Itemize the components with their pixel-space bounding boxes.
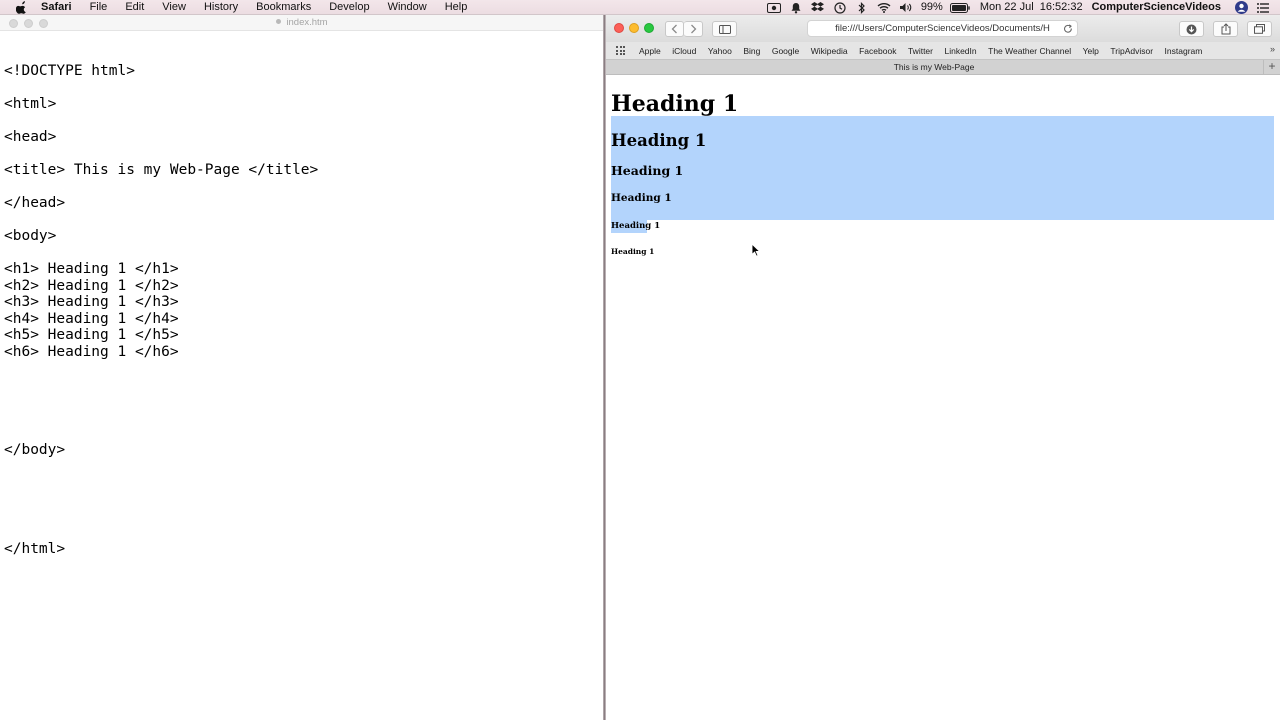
editor-titlebar: index.htm [0, 15, 604, 31]
user-avatar-icon[interactable] [1234, 1, 1248, 14]
time-machine-icon[interactable] [833, 1, 847, 14]
favorite-wikipedia[interactable]: Wikipedia [811, 46, 848, 56]
menu-bar: Safari File Edit View History Bookmarks … [0, 0, 1280, 15]
notification-icon[interactable] [789, 2, 803, 14]
safari-toolbar: file:///Users/ComputerScienceVideos/Docu… [606, 15, 1280, 42]
forward-button[interactable] [684, 21, 703, 37]
unsaved-dot-icon [276, 19, 282, 24]
bluetooth-icon[interactable] [855, 1, 869, 14]
screen-record-icon[interactable] [766, 2, 781, 14]
menu-file[interactable]: File [80, 0, 116, 15]
code-line[interactable]: </body> [4, 442, 65, 459]
notification-center-icon[interactable] [1256, 2, 1270, 14]
chevron-more-icon[interactable]: » [1270, 44, 1275, 54]
dropbox-icon[interactable] [811, 2, 825, 14]
favorite-instagram[interactable]: Instagram [1165, 46, 1203, 56]
battery-percentage: 99% [920, 1, 943, 13]
download-icon [1186, 24, 1197, 34]
url-text: file:///Users/ComputerScienceVideos/Docu… [835, 23, 1050, 34]
tab-title[interactable]: This is my Web-Page [606, 60, 1262, 74]
favorite-yelp[interactable]: Yelp [1083, 46, 1099, 56]
code-line[interactable]: <h6> Heading 1 </h6> [4, 344, 179, 361]
favorite-facebook[interactable]: Facebook [859, 46, 896, 56]
mouse-pointer-icon [751, 242, 761, 257]
text-editor-window: index.htm <!DOCTYPE html> <html> <head> … [0, 15, 604, 720]
apple-menu-icon[interactable] [16, 0, 30, 14]
chevron-left-icon [671, 24, 677, 34]
code-line[interactable]: <head> [4, 129, 56, 146]
editor-title: index.htm [0, 15, 604, 31]
menu-history[interactable]: History [194, 0, 246, 15]
grid-icon[interactable] [616, 46, 628, 55]
favorite-google[interactable]: Google [772, 46, 799, 56]
code-line[interactable]: <title> This is my Web-Page </title> [4, 162, 318, 179]
tabs-overview-button[interactable] [1247, 21, 1272, 37]
menu-window[interactable]: Window [378, 0, 435, 15]
code-line[interactable]: <body> [4, 228, 56, 245]
editor-filename: index.htm [286, 17, 328, 28]
safari-window: file:///Users/ComputerScienceVideos/Docu… [606, 15, 1280, 720]
favorite-tripadvisor[interactable]: TripAdvisor [1110, 46, 1153, 56]
heading-h4: Heading 1 [611, 192, 672, 204]
page-content: Heading 1 Heading 1 Heading 1 Heading 1 … [606, 76, 1280, 720]
sidebar-button[interactable] [712, 21, 737, 37]
heading-h5: Heading 1 [611, 221, 661, 231]
menu-bookmarks[interactable]: Bookmarks [246, 0, 319, 15]
code-line[interactable]: <h2> Heading 1 </h2> [4, 278, 179, 295]
heading-h2: Heading 1 [611, 131, 707, 150]
wifi-icon[interactable] [877, 2, 891, 14]
zoom-button[interactable] [644, 23, 654, 33]
menu-view[interactable]: View [152, 0, 194, 15]
back-button[interactable] [665, 21, 684, 37]
favorite-yahoo[interactable]: Yahoo [708, 46, 732, 56]
menu-edit[interactable]: Edit [115, 0, 152, 15]
menu-develop[interactable]: Develop [319, 0, 377, 15]
favorite-weather-channel[interactable]: The Weather Channel [988, 46, 1071, 56]
code-line[interactable]: <h1> Heading 1 </h1> [4, 261, 179, 278]
menu-help[interactable]: Help [435, 0, 476, 15]
battery-icon[interactable] [949, 2, 970, 14]
volume-icon[interactable] [899, 2, 913, 14]
text-selection-highlight [611, 116, 1274, 220]
favorite-linkedin[interactable]: LinkedIn [944, 46, 976, 56]
favorite-apple[interactable]: Apple [639, 46, 661, 56]
favorite-twitter[interactable]: Twitter [908, 46, 933, 56]
code-line[interactable]: </html> [4, 541, 65, 558]
code-line[interactable]: <!DOCTYPE html> [4, 63, 135, 80]
heading-h3: Heading 1 [611, 163, 684, 178]
new-tab-plus-icon[interactable]: + [1263, 60, 1280, 74]
close-button[interactable] [614, 23, 624, 33]
code-line[interactable]: </head> [4, 195, 65, 212]
menubar-user[interactable]: ComputerScienceVideos [1092, 0, 1221, 15]
sidebar-icon [718, 24, 731, 34]
favorites-bar: Apple iCloud Yahoo Bing Google Wikipedia… [606, 42, 1280, 59]
code-line[interactable]: <h4> Heading 1 </h4> [4, 311, 179, 328]
chevron-right-icon [690, 24, 696, 34]
downloads-button[interactable] [1179, 21, 1204, 37]
code-line[interactable]: <h3> Heading 1 </h3> [4, 294, 179, 311]
tabs-icon [1254, 24, 1265, 34]
tab-bar: This is my Web-Page + [606, 59, 1280, 75]
share-button[interactable] [1213, 21, 1238, 37]
code-line[interactable]: <html> [4, 96, 56, 113]
heading-h1: Heading 1 [611, 91, 739, 117]
heading-h6: Heading 1 [611, 247, 655, 256]
code-line[interactable]: <h5> Heading 1 </h5> [4, 327, 179, 344]
reload-icon[interactable] [1061, 22, 1074, 35]
menubar-clock[interactable]: Mon 22 Jul 16:52:32 [980, 0, 1083, 15]
menu-safari[interactable]: Safari [41, 0, 80, 15]
address-bar[interactable]: file:///Users/ComputerScienceVideos/Docu… [807, 20, 1078, 37]
minimize-button[interactable] [629, 23, 639, 33]
share-icon [1221, 23, 1230, 35]
favorite-icloud[interactable]: iCloud [672, 46, 696, 56]
favorite-bing[interactable]: Bing [743, 46, 760, 56]
